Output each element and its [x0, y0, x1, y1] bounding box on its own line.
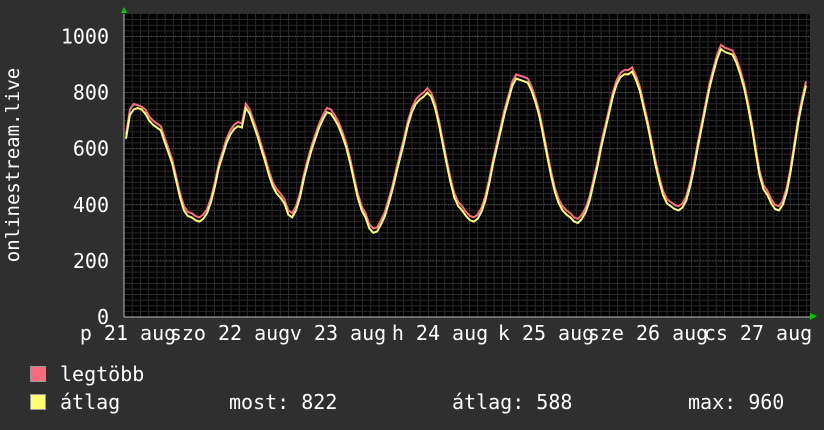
y-tick-label: 1000	[61, 24, 109, 48]
legend-item-max: legtöbb	[30, 362, 144, 386]
x-axis-arrow-icon	[810, 313, 817, 320]
x-tick-label: sze 26 aug	[588, 321, 708, 345]
x-tick-label: k 25 aug	[498, 321, 594, 345]
y-axis: 02004006008001000	[61, 24, 109, 329]
y-axis-label: onlinestream.live	[2, 68, 24, 262]
stat-current: most: 822	[229, 390, 338, 414]
stat-max: max: 960	[688, 390, 785, 414]
x-tick-label: h 24 aug	[392, 321, 488, 345]
y-tick-label: 400	[73, 193, 109, 217]
legend-item-avg: átlag	[30, 390, 120, 414]
x-tick-label: cs 27 aug	[704, 321, 812, 345]
y-axis-arrow-icon	[121, 7, 127, 13]
x-tick-label: p 21 aug	[80, 321, 176, 345]
legend-swatch-max	[30, 366, 46, 382]
x-tick-label: szo 22 aug	[170, 321, 290, 345]
stat-average: átlag: 588	[452, 390, 573, 414]
y-tick-label: 200	[73, 249, 109, 273]
y-tick-label: 600	[73, 137, 109, 161]
y-tick-label: 800	[73, 81, 109, 105]
legend-label-avg: átlag	[60, 390, 121, 414]
x-tick-label: v 23 aug	[290, 321, 386, 345]
legend-swatch-avg	[30, 394, 46, 410]
legend-label-max: legtöbb	[60, 362, 145, 386]
